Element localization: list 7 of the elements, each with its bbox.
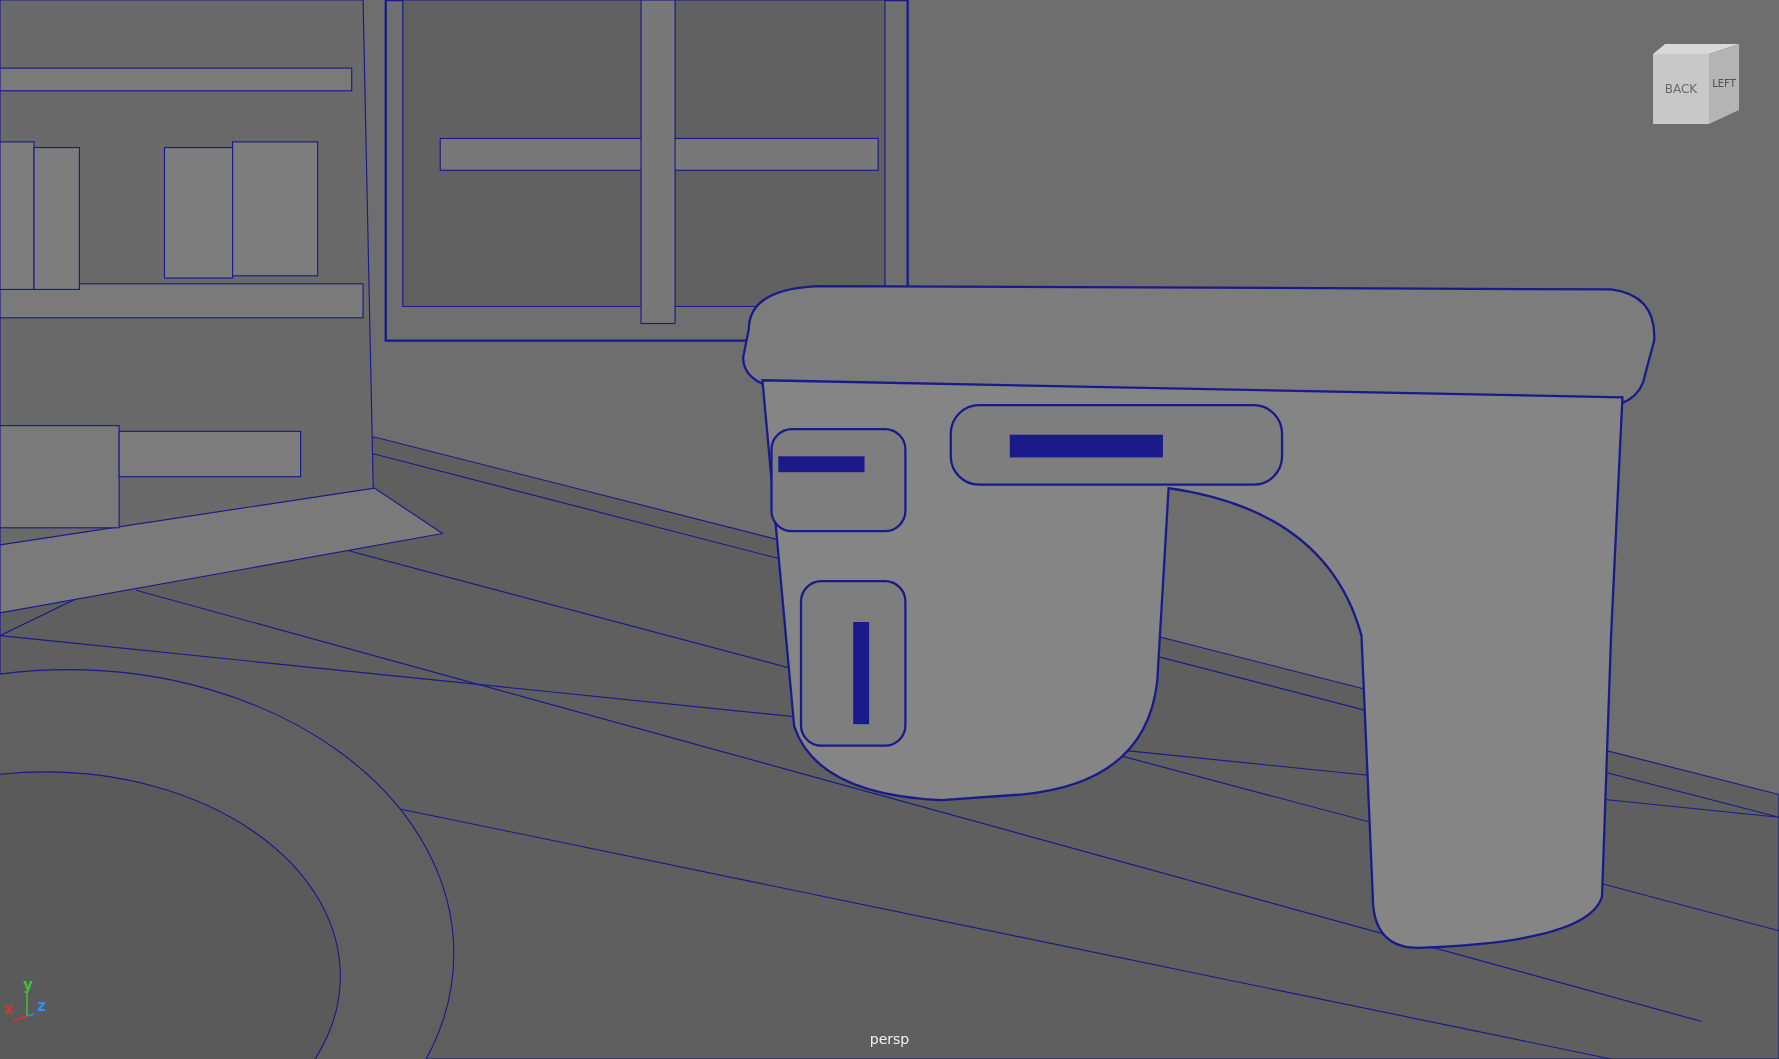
camera-label: persp — [869, 1031, 910, 1047]
cube-face-label[interactable]: LEFT — [1712, 78, 1736, 89]
view-cube[interactable] — [1653, 44, 1739, 124]
axis-label: x — [4, 1000, 14, 1018]
axis-label: z — [37, 997, 46, 1015]
axis-label: y — [23, 978, 33, 994]
cube-face-label[interactable]: BACK — [1664, 82, 1698, 96]
